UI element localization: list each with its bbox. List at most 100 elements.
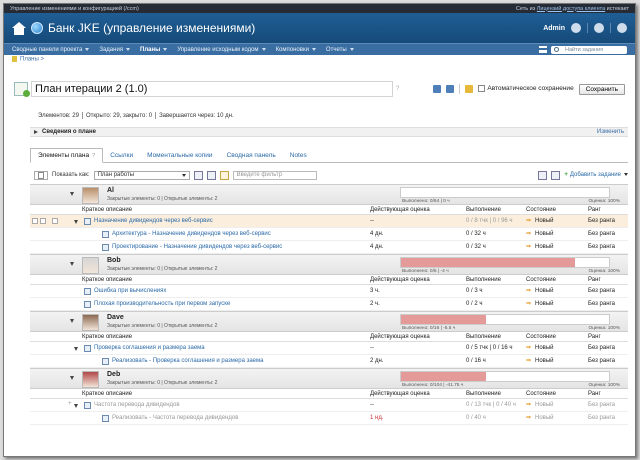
filter-input[interactable]: Введите фильтр — [232, 170, 317, 180]
task-estimate[interactable]: 2 дн. — [370, 358, 384, 364]
task-rank[interactable]: Без ранга — [588, 301, 615, 307]
collapse-arrow-icon[interactable] — [74, 347, 78, 351]
task-state[interactable]: Новый — [535, 358, 554, 364]
chevron-down-icon[interactable] — [163, 48, 168, 51]
menu-icon[interactable] — [539, 46, 547, 53]
task-state[interactable]: Новый — [535, 345, 554, 351]
tab-1[interactable]: Ссылки — [103, 152, 140, 162]
column-rank[interactable]: Ранг — [588, 391, 601, 397]
task-rank[interactable]: Без ранга — [588, 358, 615, 364]
row-drag-icon[interactable] — [32, 218, 38, 224]
task-rank[interactable]: Без ранга — [588, 345, 615, 351]
column-rank[interactable]: Ранг — [588, 334, 601, 340]
chevron-down-icon[interactable] — [85, 48, 90, 51]
task-title-link[interactable]: Частота перевода дивидендов — [94, 402, 180, 408]
collapse-arrow-icon[interactable] — [74, 220, 78, 224]
table-row[interactable]: Проверка соглашения и размера заема -- 0 /… — [30, 342, 628, 355]
edit-icon[interactable] — [433, 85, 442, 93]
task-rank[interactable]: Без ранга — [588, 231, 615, 237]
filter-icon[interactable] — [219, 170, 229, 180]
task-estimate[interactable]: 4 дн. — [370, 231, 384, 237]
help-marker[interactable]: ? — [92, 153, 95, 159]
task-title-link[interactable]: Плохая производительность при первом зап… — [94, 301, 230, 307]
tab-3[interactable]: Сводная панель — [220, 152, 283, 162]
column-desc[interactable]: Краткое описание — [82, 334, 132, 340]
breadcrumb-text[interactable]: Планы > — [20, 57, 44, 63]
save-button[interactable]: Сохранить — [578, 83, 625, 95]
view-select[interactable]: План работы — [93, 170, 190, 180]
column-estimate[interactable]: Действующая оценка — [370, 334, 430, 340]
collapse-arrow-icon[interactable] — [70, 192, 74, 196]
tab-2[interactable]: Моментальные копии — [140, 152, 219, 162]
chevron-down-icon[interactable] — [261, 48, 266, 51]
select-all-checkbox[interactable] — [38, 171, 44, 179]
collapse-arrow-icon[interactable] — [70, 319, 74, 323]
task-estimate[interactable]: -- — [370, 402, 374, 408]
task-title-link[interactable]: Проверка соглашения и размера заема — [94, 345, 205, 351]
table-row[interactable]: + Частота перевода дивидендов -- 0 / 13 тчк… — [30, 399, 628, 412]
task-state[interactable]: Новый — [535, 301, 554, 307]
collapse-arrow-icon[interactable] — [74, 404, 78, 408]
column-estimate[interactable]: Действующая оценка — [370, 277, 430, 283]
nav-item-4[interactable]: Компоновки — [276, 47, 309, 53]
task-state[interactable]: Новый — [535, 218, 554, 224]
column-estimate[interactable]: Действующая оценка — [370, 207, 430, 213]
row-menu-icon[interactable] — [52, 218, 58, 224]
table-row[interactable]: Реализовать - Проверка соглашения и разм… — [30, 355, 628, 368]
owner-name[interactable]: Deb — [107, 371, 120, 378]
expand-icon[interactable] — [551, 170, 561, 180]
column-rank[interactable]: Ранг — [588, 277, 601, 283]
column-done[interactable]: Выполнение — [466, 207, 501, 213]
select-all-dropdown[interactable] — [34, 170, 48, 180]
task-rank[interactable]: Без ранга — [588, 218, 615, 224]
task-title-link[interactable]: Ошибка при вычислениях — [94, 288, 166, 294]
change-link[interactable]: Изменить — [597, 129, 624, 135]
owner-name[interactable]: Bob — [107, 257, 121, 264]
add-task-button[interactable]: + Добавить задание — [564, 172, 628, 178]
plan-details-label[interactable]: Сведения о плане — [42, 129, 96, 135]
table-row[interactable]: Архитектура - Назначение дивидендов чере… — [30, 228, 628, 241]
expand-arrow-icon[interactable] — [34, 130, 38, 134]
owner-name[interactable]: Dave — [107, 314, 124, 321]
nav-item-1[interactable]: Задания — [99, 47, 123, 53]
license-link[interactable]: Лицензий доступа клиента — [537, 6, 605, 12]
task-title-link[interactable]: Реализовать - Частота перевода дивидендо… — [112, 415, 238, 421]
column-desc[interactable]: Краткое описание — [82, 207, 132, 213]
task-estimate[interactable]: 4 дн. — [370, 244, 384, 250]
column-state[interactable]: Состояние — [526, 334, 556, 340]
task-estimate[interactable]: -- — [370, 345, 374, 351]
autosave-toggle[interactable]: Автоматическое сохранение — [478, 85, 574, 93]
table-row[interactable]: Реализовать - Частота перевода дивидендо… — [30, 412, 628, 425]
column-done[interactable]: Выполнение — [466, 391, 501, 397]
gear-icon[interactable] — [594, 23, 604, 33]
tab-4[interactable]: Notes — [283, 152, 314, 162]
column-desc[interactable]: Краткое описание — [82, 391, 132, 397]
user-name[interactable]: Admin — [543, 25, 565, 32]
search-input[interactable]: Найти задания — [551, 45, 627, 54]
nav-item-0[interactable]: Сводные панели проекта — [12, 47, 82, 53]
task-rank[interactable]: Без ранга — [588, 288, 615, 294]
owner-header[interactable]: Dave Закрытые элементы: 0 | Открытые элем… — [30, 311, 628, 332]
nav-item-5[interactable]: Отчеты — [326, 47, 347, 53]
table-row[interactable]: Плохая производительность при первом зап… — [30, 298, 628, 311]
owner-header[interactable]: Deb Закрытые элементы: 0 | Открытые элеме… — [30, 368, 628, 389]
plan-details-section[interactable]: Сведения о плане Изменить — [30, 127, 628, 137]
task-estimate[interactable]: 1 нд. — [370, 415, 384, 421]
task-rank[interactable]: Без ранга — [588, 402, 615, 408]
help-marker[interactable]: ? — [396, 86, 399, 92]
chevron-down-icon[interactable] — [349, 48, 354, 51]
task-title-link[interactable]: Архитектура - Назначение дивидендов чере… — [112, 231, 271, 237]
column-rank[interactable]: Ранг — [588, 207, 601, 213]
column-state[interactable]: Состояние — [526, 207, 556, 213]
column-estimate[interactable]: Действующая оценка — [370, 391, 430, 397]
nav-item-3[interactable]: Управление исходным кодом — [177, 47, 258, 53]
favorite-icon[interactable] — [465, 85, 474, 93]
plus-icon[interactable]: + — [68, 401, 72, 407]
collapse-arrow-icon[interactable] — [70, 376, 74, 380]
task-state[interactable]: Новый — [535, 288, 554, 294]
breadcrumb[interactable]: Планы > — [12, 56, 44, 63]
plan-title-input[interactable]: План итерации 2 (1.0) — [31, 81, 393, 97]
task-title-link[interactable]: Реализовать - Проверка соглашения и разм… — [112, 358, 263, 364]
task-state[interactable]: Новый — [535, 244, 554, 250]
help-icon[interactable] — [617, 23, 627, 33]
